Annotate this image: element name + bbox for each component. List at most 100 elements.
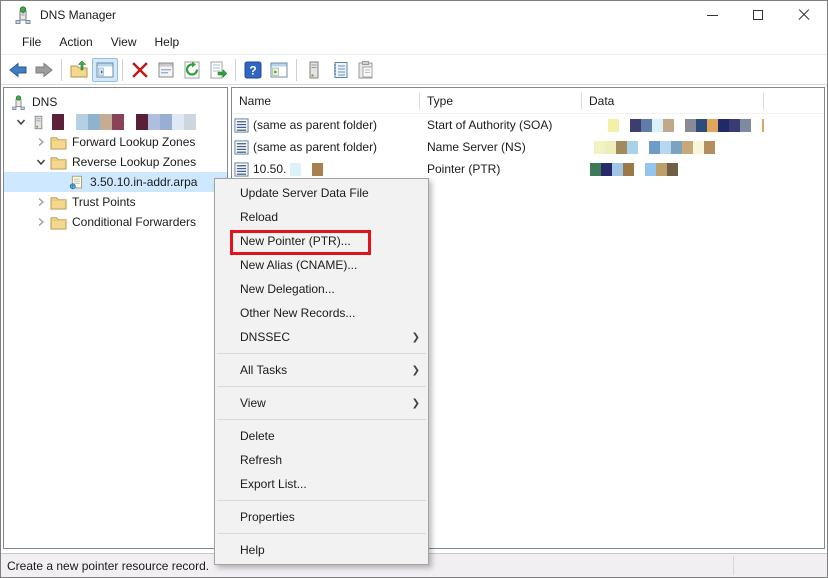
- record-icon: [234, 118, 249, 133]
- redacted-ns-data: [594, 141, 715, 154]
- ctx-export-list[interactable]: Export List...: [215, 472, 428, 496]
- server-status-button[interactable]: [301, 58, 327, 82]
- toolbar-separator: [61, 59, 62, 81]
- tree-node-forward-lookup-zones[interactable]: Forward Lookup Zones: [4, 132, 227, 152]
- ctx-reload[interactable]: Reload: [215, 205, 428, 229]
- ctx-dnssec-label: DNSSEC: [240, 330, 290, 344]
- tree-label-forward-lookup-zones: Forward Lookup Zones: [72, 135, 199, 149]
- tree-node-zone-selected[interactable]: 3.50.10.in-addr.arpa: [4, 172, 227, 192]
- tree-label-zone: 3.50.10.in-addr.arpa: [90, 175, 201, 189]
- menu-file[interactable]: File: [13, 32, 50, 52]
- record-name: 10.50.: [253, 162, 286, 176]
- delete-x-icon: [131, 61, 149, 79]
- tree-label-conditional-forwarders: Conditional Forwarders: [72, 215, 200, 229]
- ctx-delete[interactable]: Delete: [215, 424, 428, 448]
- help-icon: ?: [244, 61, 262, 79]
- new-window-button[interactable]: [266, 58, 292, 82]
- close-button[interactable]: [781, 1, 827, 29]
- tree-label-reverse-lookup-zones: Reverse Lookup Zones: [72, 155, 200, 169]
- record-name: (same as parent folder): [253, 118, 377, 132]
- dns-root-icon: [10, 95, 27, 110]
- paste-filter-button[interactable]: [353, 58, 379, 82]
- ctx-help[interactable]: Help: [215, 538, 428, 562]
- server-node-icon: [30, 115, 47, 130]
- maximize-button[interactable]: [735, 1, 781, 29]
- minimize-button[interactable]: [689, 1, 735, 29]
- show-console-tree-button[interactable]: [92, 58, 118, 82]
- chevron-collapsed-icon[interactable]: [32, 217, 50, 227]
- record-row-soa[interactable]: (same as parent folder) Start of Authori…: [232, 114, 824, 136]
- menu-help[interactable]: Help: [146, 32, 189, 52]
- status-bar-divider: [733, 556, 734, 575]
- ctx-all-tasks[interactable]: All Tasks ❯: [215, 358, 428, 382]
- record-type: Pointer (PTR): [427, 162, 500, 176]
- folder-icon: [50, 215, 67, 230]
- menu-separator: [217, 386, 426, 387]
- column-header-data[interactable]: Data: [582, 92, 764, 110]
- toolbar-separator: [235, 59, 236, 81]
- back-icon: [8, 60, 28, 80]
- dns-manager-app-icon: [14, 6, 32, 24]
- chevron-collapsed-icon[interactable]: [32, 197, 50, 207]
- zone-icon: [68, 175, 85, 190]
- ctx-new-alias-cname[interactable]: New Alias (CNAME)...: [215, 253, 428, 277]
- menu-action[interactable]: Action: [50, 32, 101, 52]
- record-row-ns[interactable]: (same as parent folder) Name Server (NS): [232, 136, 824, 158]
- column-header-type[interactable]: Type: [420, 92, 582, 110]
- column-header-name[interactable]: Name: [232, 92, 420, 110]
- menu-separator: [217, 500, 426, 501]
- chevron-expanded-icon[interactable]: [32, 157, 50, 167]
- ctx-refresh[interactable]: Refresh: [215, 448, 428, 472]
- window-controls: [689, 1, 827, 29]
- folder-icon: [50, 135, 67, 150]
- list-header: Name Type Data: [232, 88, 824, 114]
- event-log-button[interactable]: [327, 58, 353, 82]
- chevron-collapsed-icon[interactable]: [32, 137, 50, 147]
- redacted-soa-data: [608, 119, 764, 132]
- ctx-properties[interactable]: Properties: [215, 505, 428, 529]
- ctx-view-label: View: [240, 396, 266, 410]
- menu-separator: [217, 353, 426, 354]
- up-one-level-button[interactable]: [66, 58, 92, 82]
- tree-node-reverse-lookup-zones[interactable]: Reverse Lookup Zones: [4, 152, 227, 172]
- properties-button[interactable]: [153, 58, 179, 82]
- ctx-dnssec[interactable]: DNSSEC ❯: [215, 325, 428, 349]
- ctx-view[interactable]: View ❯: [215, 391, 428, 415]
- refresh-icon: [182, 60, 202, 80]
- ctx-update-server-data-file[interactable]: Update Server Data File: [215, 181, 428, 205]
- menu-separator: [217, 533, 426, 534]
- tree-node-trust-points[interactable]: Trust Points: [4, 192, 227, 212]
- back-button[interactable]: [5, 58, 31, 82]
- record-row-ptr[interactable]: 10.50. Pointer (PTR): [232, 158, 824, 180]
- new-window-icon: [269, 60, 289, 80]
- delete-button[interactable]: [127, 58, 153, 82]
- up-folder-icon: [69, 60, 89, 80]
- export-list-button[interactable]: [205, 58, 231, 82]
- record-name: (same as parent folder): [253, 140, 377, 154]
- window-title: DNS Manager: [40, 8, 116, 22]
- tree-label-trust-points: Trust Points: [72, 195, 140, 209]
- record-icon: [234, 140, 249, 155]
- toolbar-separator: [122, 59, 123, 81]
- menu-separator: [217, 419, 426, 420]
- menu-view[interactable]: View: [102, 32, 146, 52]
- forward-button[interactable]: [31, 58, 57, 82]
- ctx-new-delegation[interactable]: New Delegation...: [215, 277, 428, 301]
- record-type: Start of Authority (SOA): [427, 118, 552, 132]
- tree-node-dns-root[interactable]: DNS: [4, 92, 227, 112]
- tree-node-server[interactable]: [4, 112, 227, 132]
- ctx-all-tasks-label: All Tasks: [240, 363, 287, 377]
- help-button[interactable]: ?: [240, 58, 266, 82]
- toolbar-separator: [296, 59, 297, 81]
- export-list-icon: [208, 60, 228, 80]
- chevron-expanded-icon[interactable]: [12, 117, 30, 127]
- toolbar: ?: [1, 55, 827, 85]
- tree-node-conditional-forwarders[interactable]: Conditional Forwarders: [4, 212, 227, 232]
- ctx-other-new-records[interactable]: Other New Records...: [215, 301, 428, 325]
- submenu-arrow-icon: ❯: [412, 332, 420, 343]
- annotation-highlight-box: [230, 230, 371, 255]
- folder-icon: [50, 195, 67, 210]
- folder-icon: [50, 155, 67, 170]
- refresh-button[interactable]: [179, 58, 205, 82]
- minimize-icon: [707, 15, 718, 16]
